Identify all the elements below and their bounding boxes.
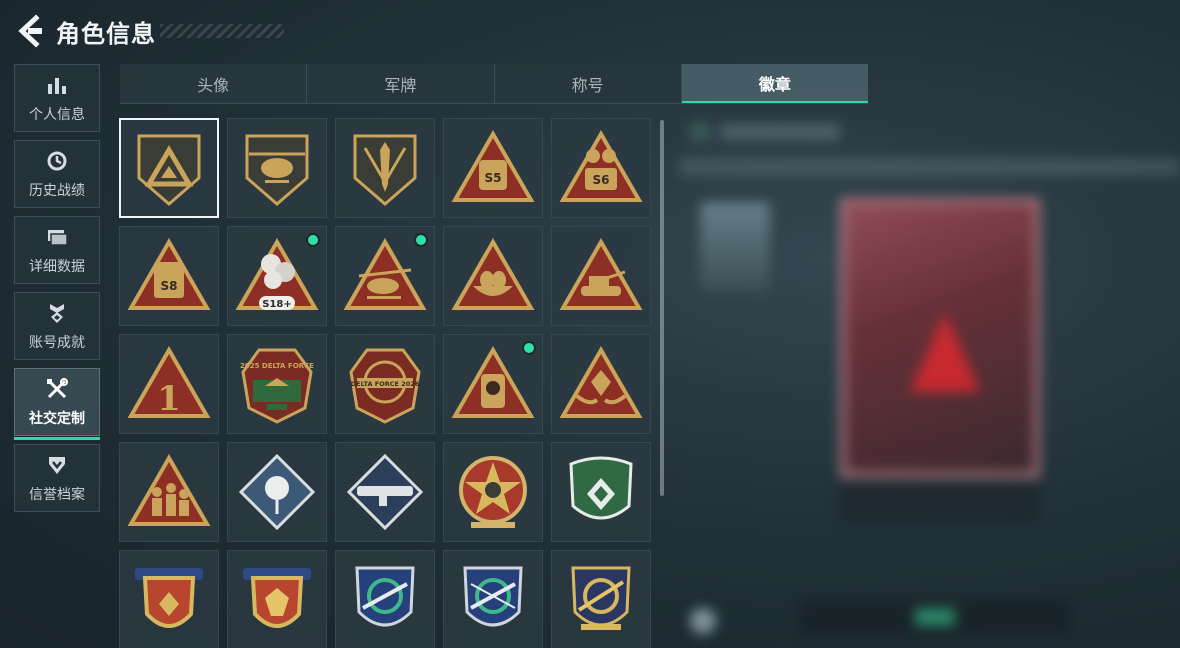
badge-cell[interactable] [551, 226, 651, 326]
shield-icon [44, 452, 70, 478]
badge-cell[interactable] [551, 442, 651, 542]
badge-cell[interactable]: S18+ [227, 226, 327, 326]
new-indicator [522, 341, 536, 355]
triangle-shield-badge-icon [137, 134, 201, 206]
delta-force-2025-badge-icon: 2025 DELTA FORCE [240, 348, 314, 424]
badge-grid: S5 S6 S8 S18+ 1 2025 DELTA FORCE DELTA F… [119, 118, 659, 648]
badge-cell[interactable] [443, 226, 543, 326]
sidebar: 个人信息 历史战绩 详细数据 账号成就 社交定制 信誉档案 [14, 64, 102, 520]
laurel-shield-gem-badge-icon [243, 568, 311, 628]
crosshair-gold-badge-icon [571, 566, 631, 630]
badge-cell[interactable] [119, 550, 219, 648]
soldier-triangle-badge-icon [451, 345, 535, 418]
preview-action-button[interactable] [915, 608, 955, 626]
sidebar-item-social-custom[interactable]: 社交定制 [14, 368, 100, 440]
badge-cell[interactable] [443, 442, 543, 542]
sidebar-item-label: 社交定制 [29, 411, 85, 427]
title-decoration [160, 24, 284, 38]
green-shield-badge-icon [569, 456, 633, 520]
back-button[interactable] [14, 14, 44, 48]
sidebar-item-label: 个人信息 [29, 107, 85, 123]
crosshair-rifle-blue-badge-icon [355, 566, 415, 627]
tab-bar: 头像 军牌 称号 徽章 [120, 64, 868, 104]
tab-title[interactable]: 称号 [495, 64, 682, 103]
helicopter-triangle-badge-icon [343, 237, 427, 310]
badge-cell[interactable]: 2025 DELTA FORCE [227, 334, 327, 434]
sidebar-item-match-history[interactable]: 历史战绩 [14, 140, 100, 208]
badge-cell[interactable] [335, 442, 435, 542]
preview-round-button[interactable] [690, 608, 716, 634]
squad-triangle-badge-icon [127, 453, 211, 526]
badge-cell[interactable] [551, 550, 651, 648]
badge-cell[interactable] [119, 118, 219, 218]
folder-icon [44, 224, 70, 250]
badge-cell[interactable] [227, 550, 327, 648]
dagger-shield-badge-icon [353, 134, 417, 206]
medal-icon [44, 300, 70, 326]
badge-text: S5 [485, 171, 502, 185]
badge-text: DELTA FORCE 2026 [351, 380, 420, 388]
badge-cell[interactable] [119, 442, 219, 542]
badge-cell[interactable] [335, 226, 435, 326]
page-title: 角色信息 [56, 20, 156, 48]
badge-cell[interactable]: S6 [551, 118, 651, 218]
launcher-diamond-badge-icon [346, 453, 424, 531]
preview-icon [690, 122, 710, 142]
badge-cell[interactable] [227, 118, 327, 218]
badge-text: S18+ [262, 299, 292, 310]
preview-info-line [680, 158, 1180, 176]
badge-cell[interactable]: DELTA FORCE 2026 [335, 334, 435, 434]
egg-nest-badge-icon [451, 237, 535, 310]
season-s6-badge-icon: S6 [559, 129, 643, 202]
badge-cell[interactable] [227, 442, 327, 542]
clock-icon [44, 148, 70, 174]
tank-triangle-badge-icon [559, 237, 643, 310]
badge-cell[interactable]: S5 [443, 118, 543, 218]
sidebar-item-label: 历史战绩 [29, 183, 85, 199]
star-emblem-badge-icon [459, 456, 527, 528]
tab-avatar[interactable]: 头像 [120, 64, 308, 103]
badge-preview-panel [680, 112, 1180, 648]
season-s8-badge-icon: S8 [127, 237, 211, 310]
new-indicator [306, 233, 320, 247]
preview-name-bar [720, 124, 840, 140]
preview-avatar [700, 202, 770, 292]
badge-text: 1 [157, 379, 181, 419]
number-one-badge-icon: 1 [127, 345, 211, 419]
laurel-shield-red-badge-icon [135, 568, 203, 628]
bar-chart-icon [44, 72, 70, 98]
badge-cell[interactable]: 1 [119, 334, 219, 434]
tab-badge[interactable]: 徽章 [681, 64, 868, 103]
preview-card-footer [840, 482, 1040, 522]
back-arrow-icon [18, 14, 42, 48]
season-s18-badge-icon: S18+ [235, 237, 319, 310]
rose-diamond-badge-icon [238, 453, 316, 531]
season-s5-badge-icon: S5 [451, 129, 535, 202]
sidebar-item-label: 信誉档案 [29, 487, 85, 503]
helicopter-shield-badge-icon [245, 134, 309, 206]
hands-gem-badge-icon [559, 345, 643, 418]
sidebar-item-credit-record[interactable]: 信誉档案 [14, 444, 100, 512]
sidebar-item-achievements[interactable]: 账号成就 [14, 292, 100, 360]
new-indicator [414, 233, 428, 247]
sidebar-item-label: 详细数据 [29, 259, 85, 275]
sidebar-item-detailed-data[interactable]: 详细数据 [14, 216, 100, 284]
badge-cell[interactable] [443, 550, 543, 648]
header: 角色信息 [0, 0, 1180, 58]
delta-force-2026-badge-icon: DELTA FORCE 2026 [349, 348, 421, 424]
badge-cell[interactable]: S8 [119, 226, 219, 326]
badge-cell[interactable] [443, 334, 543, 434]
tools-icon [44, 376, 70, 402]
badge-cell[interactable] [335, 118, 435, 218]
badge-grid-scrollbar[interactable] [660, 120, 664, 496]
badge-cell[interactable] [551, 334, 651, 434]
tab-dog-tag[interactable]: 军牌 [307, 64, 495, 103]
badge-text: S8 [161, 279, 178, 293]
sidebar-item-label: 账号成就 [29, 335, 85, 351]
sidebar-item-personal-info[interactable]: 个人信息 [14, 64, 100, 132]
crosshair-rifle-blue2-badge-icon [463, 566, 523, 627]
badge-text: S6 [593, 173, 610, 187]
badge-text: 2025 DELTA FORCE [240, 362, 314, 370]
badge-cell[interactable] [335, 550, 435, 648]
